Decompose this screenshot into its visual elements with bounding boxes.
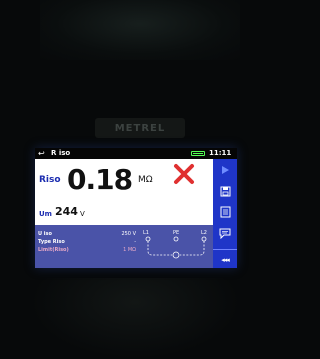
fail-cross-icon bbox=[174, 164, 194, 184]
voltage-unit: V bbox=[80, 210, 85, 218]
voltage-value: 244 bbox=[55, 205, 78, 218]
param-label-limit: Limit(Riso) bbox=[38, 247, 69, 253]
save-button[interactable] bbox=[216, 184, 234, 198]
comment-button[interactable] bbox=[216, 226, 234, 240]
param-value-uiso: 250 V bbox=[121, 231, 136, 237]
param-value-type: - bbox=[134, 239, 136, 245]
memory-list-button[interactable] bbox=[216, 205, 234, 219]
list-icon bbox=[220, 206, 230, 218]
main-unit: MΩ bbox=[138, 175, 153, 185]
terminal-l2: L2 bbox=[201, 230, 207, 236]
start-button[interactable] bbox=[216, 163, 234, 177]
collapse-button[interactable]: ◂◂◂ bbox=[213, 249, 237, 268]
device-housing-bottom bbox=[30, 278, 240, 359]
lead-left bbox=[147, 241, 172, 256]
param-label-type: Type Riso bbox=[38, 239, 65, 245]
clock: 11:11 bbox=[209, 149, 232, 157]
screen-title: R iso bbox=[51, 149, 71, 157]
device-housing-top bbox=[40, 0, 240, 60]
main-value: 0.18 bbox=[67, 163, 133, 196]
terminal-pe-socket bbox=[173, 236, 179, 242]
param-label-uiso: U iso bbox=[38, 231, 52, 237]
back-arrow-icon[interactable]: ↩ bbox=[38, 148, 45, 159]
meter-symbol bbox=[172, 251, 180, 259]
parameters-panel[interactable]: U iso 250 V Type Riso - Limit(Riso) 1 MΩ bbox=[35, 225, 139, 268]
terminal-diagram: L1 PE L2 bbox=[139, 225, 213, 268]
comment-icon bbox=[219, 228, 231, 239]
instrument-screen: ↩ R iso 11:11 Riso 0.18 MΩ Um 244 V U is… bbox=[35, 148, 237, 268]
voltage-label: Um bbox=[39, 210, 52, 218]
status-bar: ↩ R iso 11:11 bbox=[35, 148, 237, 159]
terminal-l2-socket bbox=[201, 236, 207, 242]
brand-plate: METREL bbox=[95, 118, 185, 138]
terminal-l1-socket bbox=[145, 236, 151, 242]
param-value-limit: 1 MΩ bbox=[123, 247, 136, 253]
play-icon bbox=[222, 166, 229, 174]
terminal-l1: L1 bbox=[143, 230, 149, 236]
main-label: Riso bbox=[39, 175, 61, 185]
terminal-diagram-svg: L1 PE L2 bbox=[143, 230, 207, 259]
save-icon bbox=[220, 186, 230, 196]
terminal-pe: PE bbox=[173, 230, 179, 236]
measurement-area: Riso 0.18 MΩ Um 244 V U iso 250 V Type R… bbox=[35, 159, 213, 268]
battery-icon bbox=[191, 151, 205, 156]
lead-right bbox=[180, 241, 205, 256]
side-toolbar: ◂◂◂ bbox=[213, 159, 237, 268]
